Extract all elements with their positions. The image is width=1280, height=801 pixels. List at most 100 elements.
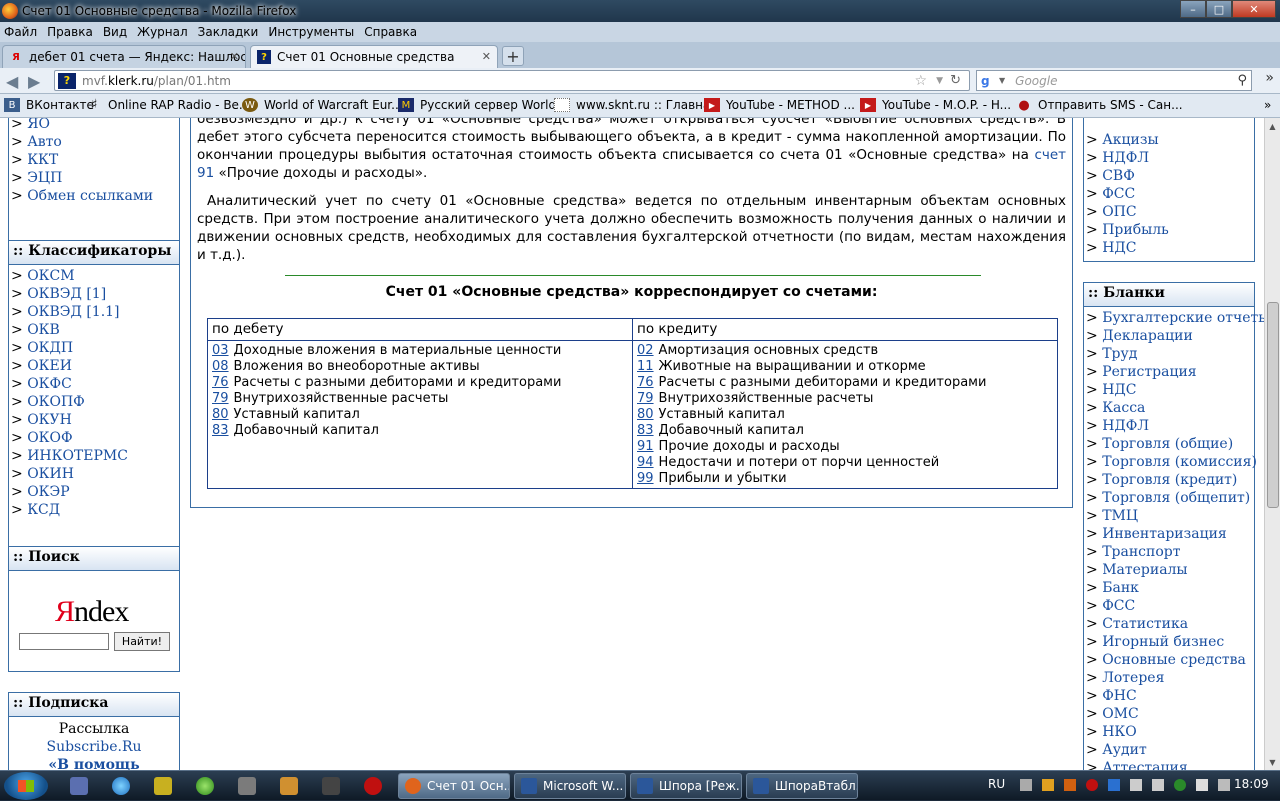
url-bar[interactable]: ? mvf.klerk.ru/plan/01.htm ☆ ▼ ↻ xyxy=(54,70,970,91)
bluetooth-icon[interactable] xyxy=(1108,779,1120,791)
blank-link[interactable]: Банк xyxy=(1102,580,1139,596)
blank-link[interactable]: Инвентаризация xyxy=(1102,526,1227,542)
link-vat[interactable]: НДС xyxy=(1102,240,1136,256)
subscribe-link[interactable]: Subscribe.Ru xyxy=(46,739,141,755)
link-svf[interactable]: СВФ xyxy=(1102,168,1135,184)
search-input[interactable]: Google xyxy=(1015,74,1057,88)
maximize-button[interactable]: □ xyxy=(1206,0,1232,18)
network-icon[interactable] xyxy=(1196,779,1208,791)
credit-code-link[interactable]: 91 xyxy=(637,439,654,454)
url-text[interactable]: mvf.klerk.ru/plan/01.htm xyxy=(82,74,231,88)
blank-link[interactable]: НКО xyxy=(1102,724,1137,740)
link-yao[interactable]: ЯО xyxy=(27,118,50,132)
menu-bookmarks[interactable]: Закладки xyxy=(198,25,259,39)
link-ops[interactable]: ОПС xyxy=(1102,204,1136,220)
link-okved-1-1[interactable]: ОКВЭД [1.1] xyxy=(27,304,119,320)
yandex-search-input[interactable] xyxy=(19,633,109,650)
google-engine-icon[interactable]: g xyxy=(981,74,997,88)
blank-link[interactable]: НДФЛ xyxy=(1102,418,1149,434)
credit-code-link[interactable]: 79 xyxy=(637,391,654,406)
app2-icon[interactable] xyxy=(322,777,340,795)
blank-link[interactable]: Основные средства xyxy=(1102,652,1246,668)
link-excise[interactable]: Акцизы xyxy=(1102,132,1158,148)
link-okved-1[interactable]: ОКВЭД [1] xyxy=(27,286,106,302)
new-tab-button[interactable]: + xyxy=(502,46,524,66)
link-kkt[interactable]: ККТ xyxy=(27,152,58,168)
menu-view[interactable]: Вид xyxy=(103,25,127,39)
blank-link[interactable]: Торговля (комиссия) xyxy=(1102,454,1257,470)
menu-history[interactable]: Журнал xyxy=(137,25,188,39)
toolbar-overflow-icon[interactable]: » xyxy=(1265,70,1274,86)
winamp-icon[interactable] xyxy=(280,777,298,795)
reload-icon[interactable]: ↻ xyxy=(950,73,961,88)
ie-icon[interactable] xyxy=(112,777,130,795)
debit-code-link[interactable]: 76 xyxy=(212,375,229,390)
forward-button[interactable]: ▶ xyxy=(28,72,40,91)
bookmark-sknt[interactable]: www.sknt.ru :: Главная xyxy=(554,98,718,112)
link-okin[interactable]: ОКИН xyxy=(27,466,74,482)
blank-link[interactable]: Аудит xyxy=(1102,742,1147,758)
credit-code-link[interactable]: 80 xyxy=(637,407,654,422)
clock[interactable]: 18:09 xyxy=(1234,777,1269,791)
blank-link[interactable]: Труд xyxy=(1102,346,1137,362)
link-auto[interactable]: Авто xyxy=(27,134,62,150)
menu-file[interactable]: Файл xyxy=(4,25,37,39)
blank-link[interactable]: НДС xyxy=(1102,382,1136,398)
link-fss[interactable]: ФСС xyxy=(1102,186,1135,202)
credit-code-link[interactable]: 02 xyxy=(637,343,654,358)
bookmark-youtube-method[interactable]: ▶ YouTube - METHOD ... xyxy=(704,98,855,112)
debit-code-link[interactable]: 79 xyxy=(212,391,229,406)
credit-code-link[interactable]: 83 xyxy=(637,423,654,438)
blank-link[interactable]: Торговля (кредит) xyxy=(1102,472,1237,488)
blank-link[interactable]: Лотерея xyxy=(1102,670,1164,686)
bookmark-rap-radio[interactable]: ♯ Online RAP Radio - Be... xyxy=(86,97,251,113)
link-profit[interactable]: Прибыль xyxy=(1102,222,1169,238)
tab-close-icon[interactable]: ✕ xyxy=(482,50,491,63)
credit-code-link[interactable]: 99 xyxy=(637,471,654,486)
bookmarks-overflow-icon[interactable]: » xyxy=(1264,98,1271,112)
blank-link[interactable]: ТМЦ xyxy=(1102,508,1138,524)
tray-app-icon[interactable] xyxy=(1042,779,1054,791)
link-oker[interactable]: ОКЭР xyxy=(27,484,69,500)
explorer-icon[interactable] xyxy=(70,777,88,795)
site-identity-icon[interactable]: ? xyxy=(58,72,76,89)
blank-link[interactable]: ФСС xyxy=(1102,598,1135,614)
tray-opera-icon[interactable] xyxy=(1086,779,1098,791)
tab-klerk-account-01[interactable]: ? Счет 01 Основные средства ✕ xyxy=(250,45,498,68)
bookmark-ru-server[interactable]: M Русский сервер World... xyxy=(398,98,568,112)
blank-link[interactable]: Декларации xyxy=(1102,328,1193,344)
page-scrollbar[interactable]: ▲ ▼ xyxy=(1264,118,1280,770)
search-icon[interactable]: ⚲ xyxy=(1237,73,1247,88)
blank-link[interactable]: Транспорт xyxy=(1102,544,1180,560)
link-okfs[interactable]: ОКФС xyxy=(27,376,72,392)
task-firefox[interactable]: Счет 01 Осн... xyxy=(398,773,510,799)
link-okopf[interactable]: ОКОПФ xyxy=(27,394,85,410)
blank-link[interactable]: Бухгалтерские отчеты xyxy=(1102,310,1264,326)
tray-app-icon[interactable] xyxy=(1130,779,1142,791)
task-word-1[interactable]: Microsoft W... xyxy=(514,773,626,799)
link-okei[interactable]: ОКЕИ xyxy=(27,358,72,374)
url-history-dropdown-icon[interactable]: ▼ xyxy=(936,76,943,86)
tool-icon[interactable] xyxy=(238,777,256,795)
link-ecp[interactable]: ЭЦП xyxy=(27,170,62,186)
bookmark-wow-eu[interactable]: W World of Warcraft Eur... xyxy=(242,98,403,112)
blank-link[interactable]: Торговля (общепит) xyxy=(1102,490,1250,506)
app-icon[interactable] xyxy=(154,777,172,795)
subscribe-newsletter-link[interactable]: «В помощь бухгалтеру – просто это надо з… xyxy=(12,757,175,770)
link-ksd[interactable]: КСД xyxy=(27,502,60,518)
tray-app-icon[interactable] xyxy=(1064,779,1076,791)
blank-link[interactable]: Регистрация xyxy=(1102,364,1196,380)
blank-link[interactable]: ОМС xyxy=(1102,706,1139,722)
link-ndfl[interactable]: НДФЛ xyxy=(1102,150,1149,166)
volume-icon[interactable] xyxy=(1020,779,1032,791)
opera-icon[interactable] xyxy=(364,777,382,795)
minimize-button[interactable]: – xyxy=(1180,0,1206,18)
link-okdp[interactable]: ОКДП xyxy=(27,340,73,356)
blank-link[interactable]: Торговля (общие) xyxy=(1102,436,1233,452)
link-okun[interactable]: ОКУН xyxy=(27,412,72,428)
action-center-icon[interactable] xyxy=(1218,779,1230,791)
engine-dropdown-icon[interactable]: ▼ xyxy=(999,76,1005,85)
link-okof[interactable]: ОКОФ xyxy=(27,430,72,446)
search-bar[interactable]: g ▼ Google ⚲ xyxy=(976,70,1252,91)
blank-link[interactable]: Касса xyxy=(1102,400,1145,416)
